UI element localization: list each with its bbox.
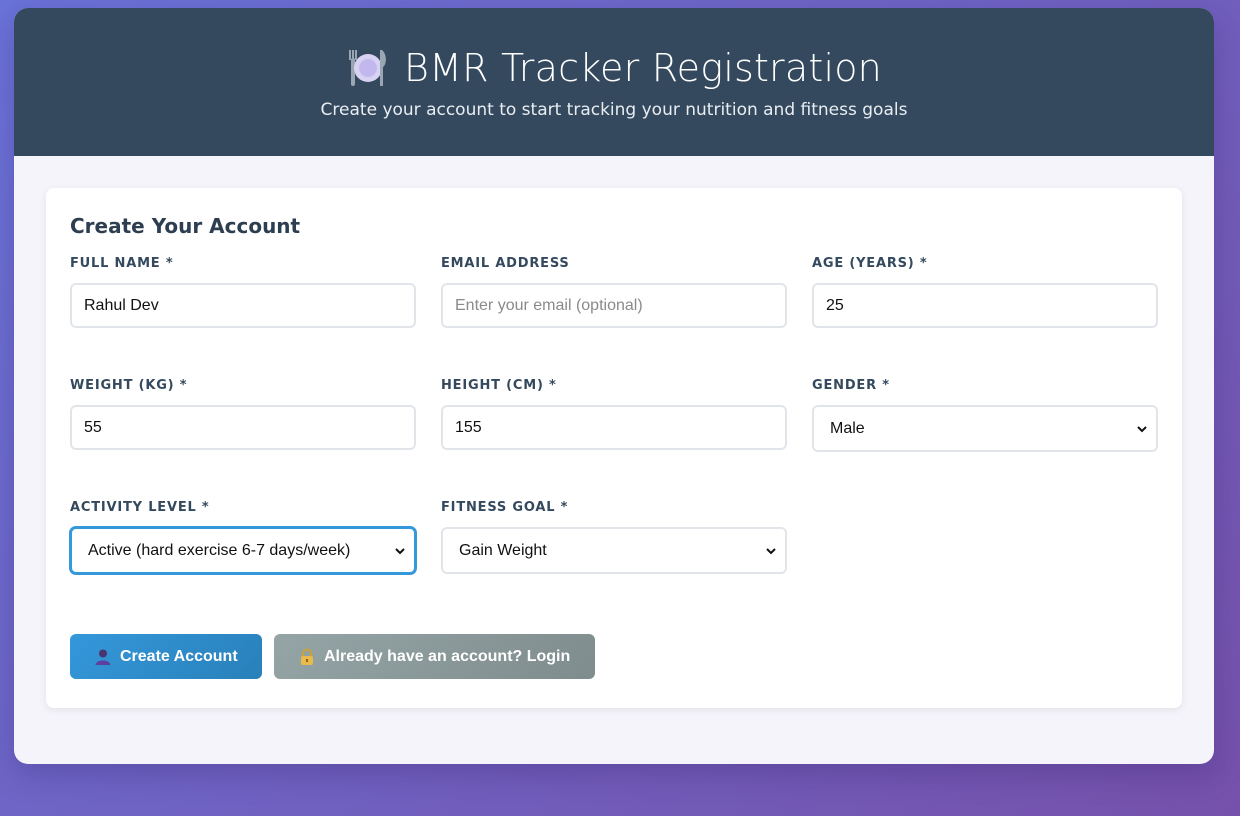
email-field: EMAIL ADDRESS Enter your email (optional… — [441, 256, 787, 378]
page-title: BMR Tracker Registration — [404, 46, 882, 90]
create-account-button[interactable]: Create Account — [70, 634, 262, 679]
activity-field: ACTIVITY LEVEL * Active (hard exercise 6… — [70, 500, 416, 622]
goal-selected: Gain Weight — [459, 541, 547, 559]
goal-select[interactable]: Gain Weight — [441, 527, 787, 574]
full-name-label: FULL NAME * — [70, 256, 174, 271]
gender-select[interactable]: Male — [812, 405, 1158, 452]
email-input[interactable]: Enter your email (optional) — [441, 283, 787, 328]
login-label: Already have an account? Login — [324, 647, 571, 665]
gender-field: GENDER * Male — [812, 378, 1158, 500]
lock-icon — [301, 648, 313, 665]
weight-field: WEIGHT (KG) * 55 — [70, 378, 416, 500]
weight-label: WEIGHT (KG) * — [70, 378, 188, 393]
goal-label: FITNESS GOAL * — [441, 500, 569, 515]
activity-select[interactable]: Active (hard exercise 6-7 days/week) — [70, 527, 416, 574]
goal-field: FITNESS GOAL * Gain Weight — [441, 500, 787, 622]
user-icon — [95, 649, 111, 665]
full-name-value: Rahul Dev — [84, 296, 159, 314]
weight-input[interactable]: 55 — [70, 405, 416, 450]
chevron-down-icon — [395, 547, 405, 554]
height-input[interactable]: 155 — [441, 405, 787, 450]
chevron-down-icon — [766, 547, 776, 554]
page-subtitle: Create your account to start tracking yo… — [320, 100, 908, 120]
gender-label: GENDER * — [812, 378, 890, 393]
full-name-input[interactable]: Rahul Dev — [70, 283, 416, 328]
age-label: AGE (YEARS) * — [812, 256, 928, 271]
app-window: BMR Tracker Registration Create your acc… — [14, 8, 1214, 764]
login-button[interactable]: Already have an account? Login — [274, 634, 595, 679]
create-account-label: Create Account — [120, 647, 238, 665]
form-actions: Create Account Already have an account? … — [70, 634, 1158, 679]
email-placeholder: Enter your email (optional) — [455, 296, 643, 314]
full-name-field: FULL NAME * Rahul Dev — [70, 256, 416, 378]
activity-label: ACTIVITY LEVEL * — [70, 500, 210, 515]
height-label: HEIGHT (CM) * — [441, 378, 557, 393]
form-grid: FULL NAME * Rahul Dev EMAIL ADDRESS Ente… — [70, 256, 1158, 622]
height-field: HEIGHT (CM) * 155 — [441, 378, 787, 500]
form-title: Create Your Account — [70, 214, 301, 238]
weight-value: 55 — [84, 418, 102, 436]
email-label: EMAIL ADDRESS — [441, 256, 570, 271]
height-value: 155 — [455, 418, 482, 436]
header: BMR Tracker Registration Create your acc… — [14, 8, 1214, 156]
title-row: BMR Tracker Registration — [14, 46, 1214, 90]
activity-selected: Active (hard exercise 6-7 days/week) — [88, 541, 351, 559]
age-field: AGE (YEARS) * 25 — [812, 256, 1158, 378]
age-input[interactable]: 25 — [812, 283, 1158, 328]
chevron-down-icon — [1137, 425, 1147, 432]
registration-card: Create Your Account FULL NAME * Rahul De… — [46, 188, 1182, 708]
gender-selected: Male — [830, 419, 865, 437]
plate-cutlery-icon — [349, 50, 386, 86]
age-value: 25 — [826, 296, 844, 314]
